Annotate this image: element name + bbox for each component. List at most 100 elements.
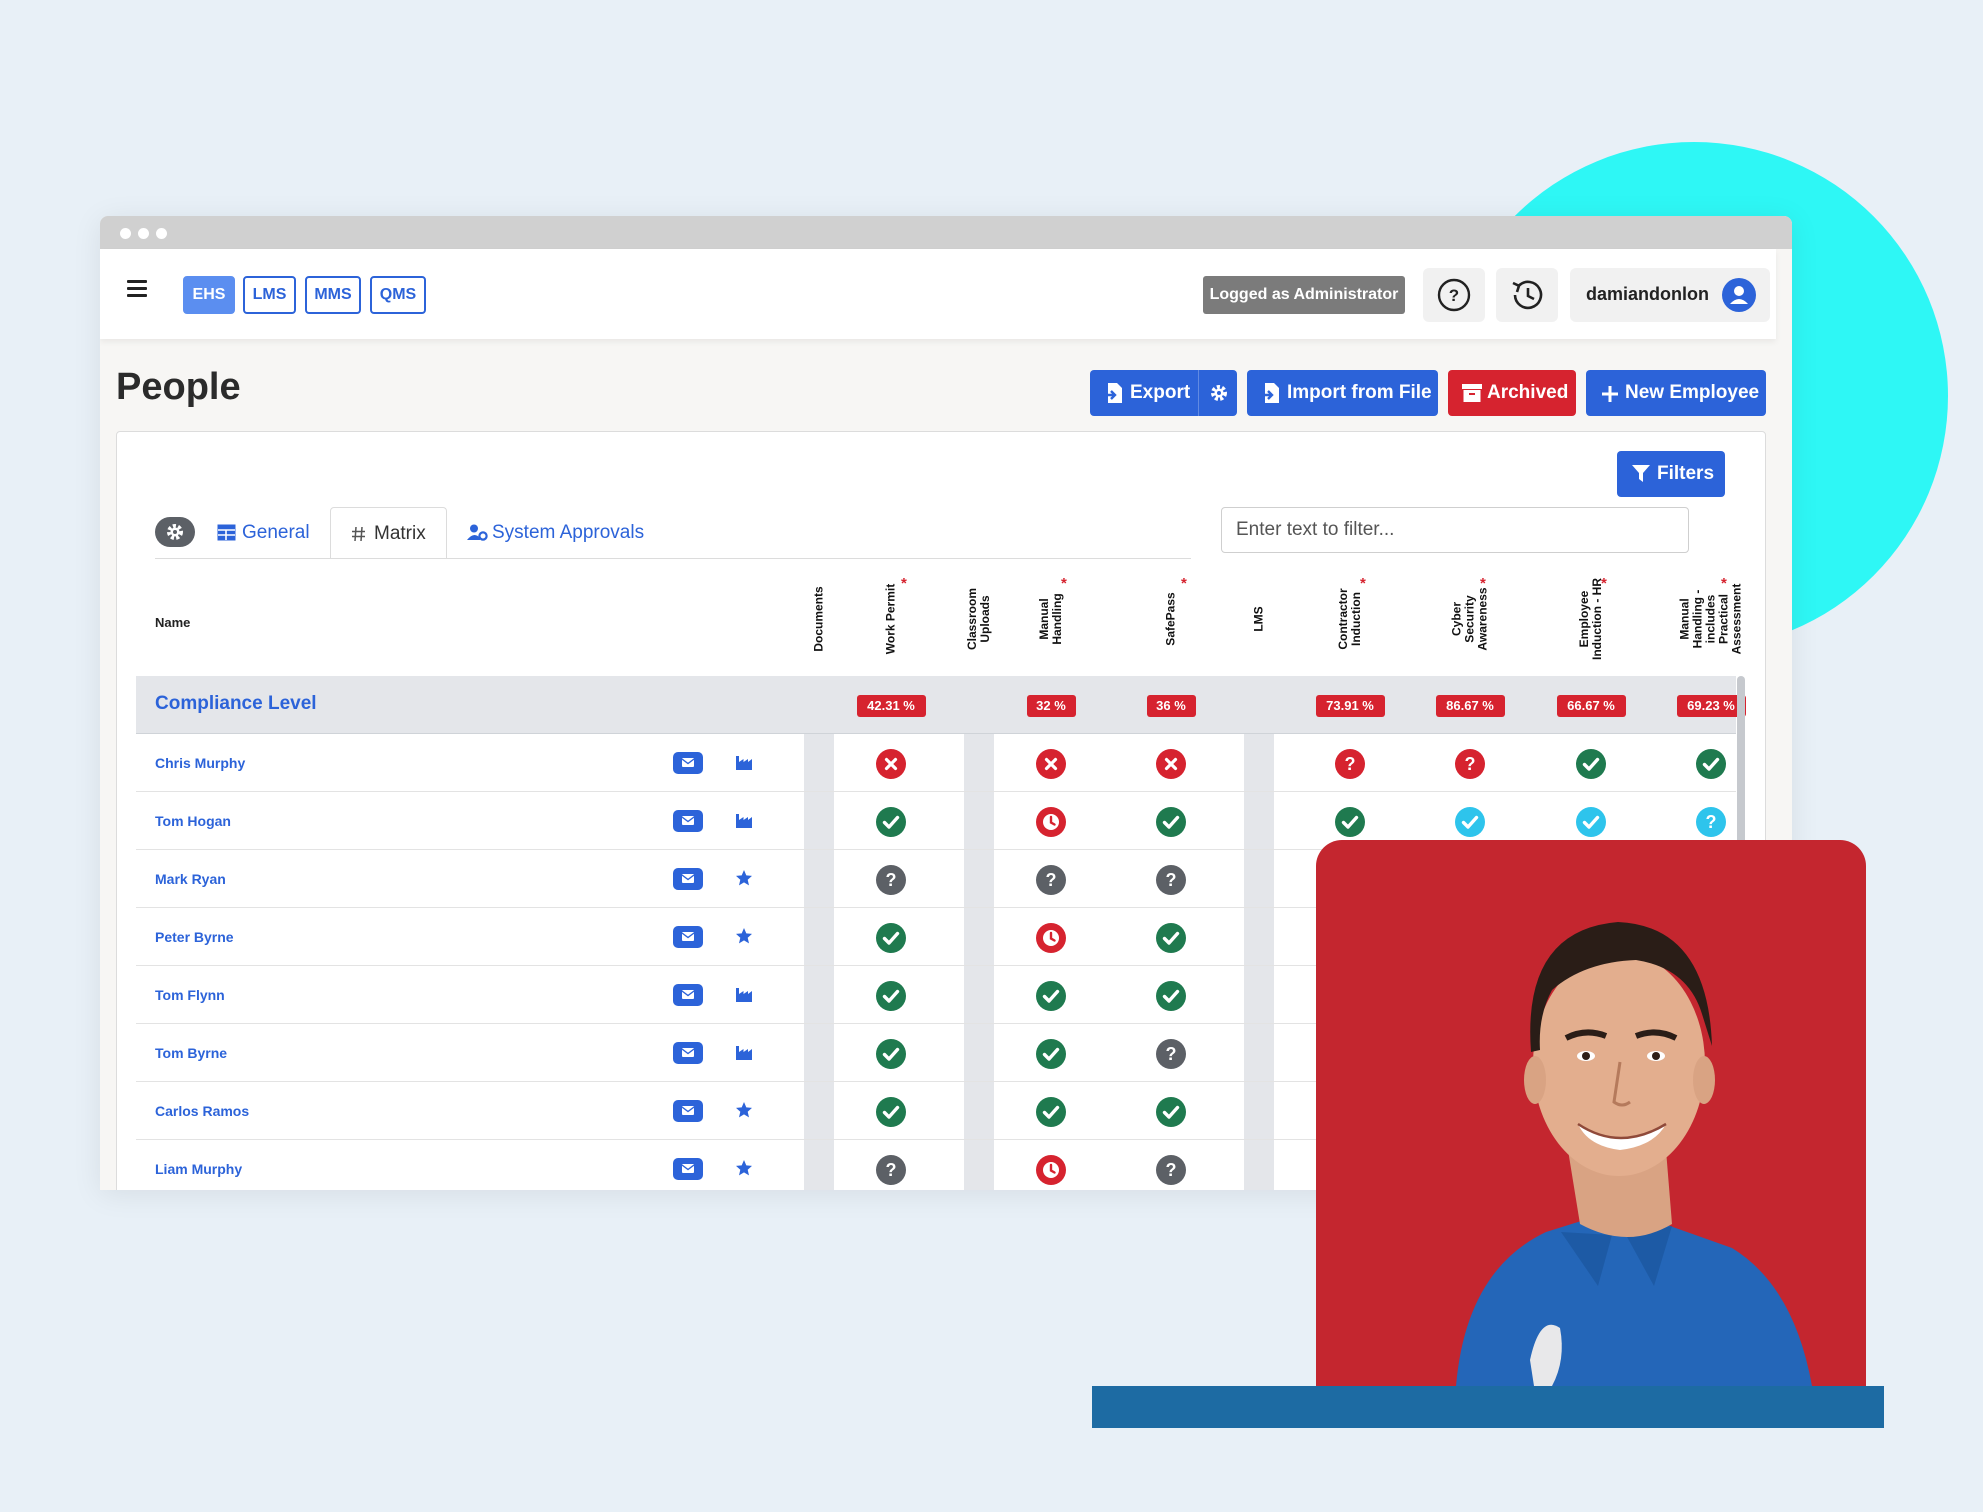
- question-circle-icon[interactable]: ?: [876, 865, 906, 895]
- svg-text:?: ?: [1345, 754, 1356, 774]
- user-menu[interactable]: damiandonlon: [1570, 268, 1770, 322]
- star-icon[interactable]: [735, 869, 753, 887]
- envelope-icon: [681, 874, 695, 883]
- employee-name-link[interactable]: Carlos Ramos: [155, 1103, 249, 1119]
- check-circle-icon[interactable]: [1036, 1097, 1066, 1127]
- tab-matrix[interactable]: Matrix: [330, 507, 447, 559]
- question-circle-icon[interactable]: ?: [1156, 1155, 1186, 1185]
- module-tab-qms[interactable]: QMS: [370, 276, 426, 314]
- filters-button[interactable]: Filters: [1617, 451, 1725, 497]
- email-button[interactable]: [673, 926, 703, 948]
- x-circle-icon[interactable]: [876, 749, 906, 779]
- email-button[interactable]: [673, 1042, 703, 1064]
- check-circle-icon[interactable]: [876, 981, 906, 1011]
- employee-name-link[interactable]: Chris Murphy: [155, 755, 245, 771]
- employee-name-link[interactable]: Peter Byrne: [155, 929, 234, 945]
- export-settings-button[interactable]: [1198, 370, 1237, 416]
- question-circle-icon[interactable]: ?: [1455, 749, 1485, 779]
- check-circle-icon[interactable]: [1156, 981, 1186, 1011]
- check-circle-icon[interactable]: [1156, 1097, 1186, 1127]
- check-circle-icon[interactable]: [1576, 807, 1606, 837]
- help-button[interactable]: ?: [1423, 268, 1485, 322]
- filter-input[interactable]: [1221, 507, 1689, 553]
- star-icon[interactable]: [735, 927, 753, 945]
- svg-text:?: ?: [1449, 286, 1459, 305]
- clock-icon[interactable]: [1036, 807, 1066, 837]
- history-icon: [1512, 280, 1543, 310]
- required-asterisk: *: [1601, 575, 1607, 592]
- check-circle-icon[interactable]: [876, 1039, 906, 1069]
- email-button[interactable]: [673, 984, 703, 1006]
- archive-box-icon: [1462, 384, 1482, 402]
- star-icon[interactable]: [735, 1101, 753, 1119]
- factory-icon[interactable]: [735, 811, 753, 829]
- employee-name-link[interactable]: Tom Flynn: [155, 987, 225, 1003]
- employee-name-link[interactable]: Tom Hogan: [155, 813, 231, 829]
- check-circle-icon[interactable]: [1156, 923, 1186, 953]
- compliance-percent-badge: 86.67 %: [1435, 695, 1505, 717]
- question-circle-icon[interactable]: ?: [1036, 865, 1066, 895]
- tab-system-approvals[interactable]: System Approvals: [467, 507, 647, 559]
- check-circle-icon[interactable]: [1335, 807, 1365, 837]
- email-button[interactable]: [673, 752, 703, 774]
- question-circle-icon[interactable]: ?: [1335, 749, 1365, 779]
- check-circle-icon[interactable]: [1036, 1039, 1066, 1069]
- clock-icon[interactable]: [1036, 923, 1066, 953]
- factory-icon[interactable]: [735, 1043, 753, 1061]
- column-header-label: LMS: [1251, 606, 1266, 632]
- user-gear-icon: [467, 524, 488, 541]
- column-header-label: SafePass: [1163, 592, 1178, 646]
- check-circle-icon[interactable]: [1455, 807, 1485, 837]
- employee-name-link[interactable]: Mark Ryan: [155, 871, 226, 887]
- gear-icon: [1211, 385, 1227, 401]
- star-icon[interactable]: [735, 1159, 753, 1177]
- table-settings-button[interactable]: [155, 517, 195, 547]
- check-circle-icon[interactable]: [876, 923, 906, 953]
- factory-icon[interactable]: [735, 753, 753, 771]
- check-circle-icon[interactable]: [1156, 807, 1186, 837]
- envelope-icon: [681, 932, 695, 941]
- check-circle-icon[interactable]: [876, 807, 906, 837]
- import-from-file-button[interactable]: Import from File: [1247, 370, 1438, 416]
- question-circle-icon[interactable]: ?: [1156, 1039, 1186, 1069]
- svg-text:?: ?: [1046, 870, 1057, 890]
- question-circle-icon[interactable]: ?: [1156, 865, 1186, 895]
- matrix-column-header: Manual Handling - includes Practical Ass…: [1671, 575, 1751, 661]
- question-circle-icon[interactable]: ?: [1696, 807, 1726, 837]
- check-circle-icon[interactable]: [1036, 981, 1066, 1011]
- factory-icon[interactable]: [735, 985, 753, 1003]
- export-button[interactable]: Export: [1090, 370, 1198, 416]
- history-button[interactable]: [1496, 268, 1558, 322]
- email-button[interactable]: [673, 868, 703, 890]
- hamburger-menu-icon[interactable]: [127, 280, 147, 297]
- tab-general[interactable]: General: [217, 507, 310, 559]
- required-asterisk: *: [1360, 575, 1366, 592]
- compliance-percent-badge: 42.31 %: [856, 695, 926, 717]
- check-circle-icon[interactable]: [876, 1097, 906, 1127]
- new-employee-label: New Employee: [1625, 382, 1760, 403]
- compliance-level-label: Compliance Level: [155, 693, 317, 714]
- x-circle-icon[interactable]: [1036, 749, 1066, 779]
- module-tab-mms[interactable]: MMS: [305, 276, 361, 314]
- email-button[interactable]: [673, 810, 703, 832]
- employee-name-link[interactable]: Liam Murphy: [155, 1161, 242, 1177]
- question-circle-icon[interactable]: ?: [876, 1155, 906, 1185]
- archived-label: Archived: [1487, 382, 1569, 403]
- x-circle-icon[interactable]: [1156, 749, 1186, 779]
- username-label: damiandonlon: [1586, 284, 1709, 304]
- archived-button[interactable]: Archived: [1448, 370, 1576, 416]
- check-circle-icon[interactable]: [1696, 749, 1726, 779]
- employee-name-link[interactable]: Tom Byrne: [155, 1045, 227, 1061]
- module-tab-ehs[interactable]: EHS: [183, 276, 235, 314]
- clock-icon[interactable]: [1036, 1155, 1066, 1185]
- email-button[interactable]: [673, 1100, 703, 1122]
- import-label: Import from File: [1287, 382, 1432, 403]
- tab-system-approvals-label: System Approvals: [492, 522, 645, 543]
- check-circle-icon[interactable]: [1576, 749, 1606, 779]
- email-button[interactable]: [673, 1158, 703, 1180]
- filters-label: Filters: [1657, 463, 1715, 484]
- page-title: People: [116, 366, 241, 408]
- new-employee-button[interactable]: New Employee: [1586, 370, 1766, 416]
- required-asterisk: *: [1061, 575, 1067, 592]
- module-tab-lms[interactable]: LMS: [243, 276, 296, 314]
